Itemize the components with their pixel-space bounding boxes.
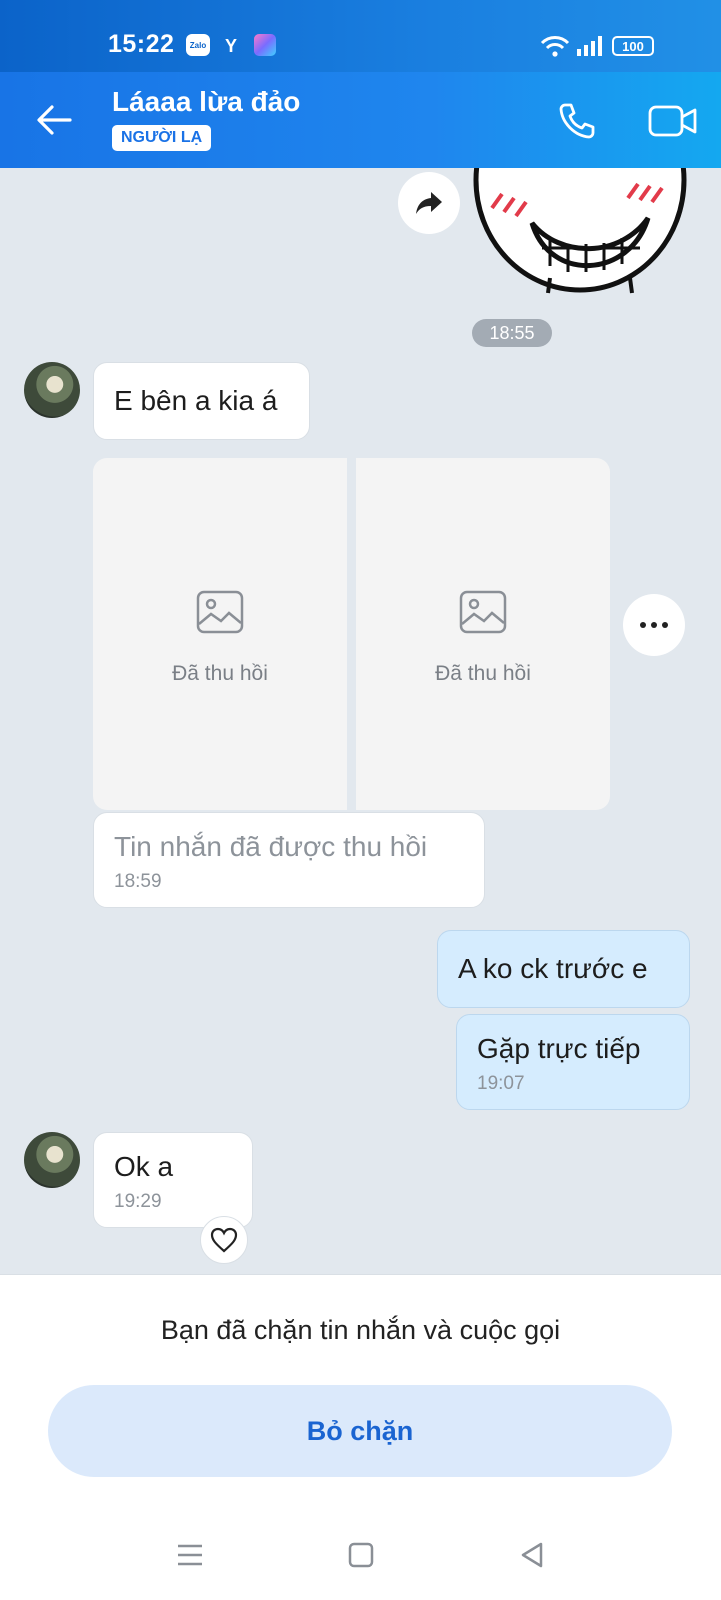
message-time: 19:29 xyxy=(114,1191,162,1212)
signal-icon xyxy=(577,34,603,58)
message-bubble[interactable]: Gặp trực tiếp 19:07 xyxy=(456,1014,690,1110)
avatar[interactable] xyxy=(24,1132,80,1188)
smiley-sticker xyxy=(470,168,690,298)
back-triangle-icon[interactable] xyxy=(516,1539,548,1571)
time-divider: 18:55 xyxy=(472,319,552,347)
phone-call-icon[interactable] xyxy=(556,100,598,142)
blocked-panel: Bạn đã chặn tin nhắn và cuộc gọi Bỏ chặn xyxy=(0,1274,721,1600)
avatar[interactable] xyxy=(24,362,80,418)
y-notification-icon: Y xyxy=(224,35,237,56)
stranger-badge: NGƯỜI LẠ xyxy=(112,125,212,151)
status-time: 15:22 xyxy=(108,30,175,58)
blocked-notice: Bạn đã chặn tin nhắn và cuộc gọi xyxy=(160,1315,561,1345)
message-bubble[interactable]: E bên a kia á xyxy=(93,362,310,440)
back-arrow-icon[interactable] xyxy=(32,98,76,142)
unblock-button[interactable]: Bỏ chặn xyxy=(48,1385,672,1477)
wifi-icon xyxy=(540,34,570,58)
recalled-image[interactable]: Đã thu hồi xyxy=(93,458,347,810)
status-bar: 15:22 Zalo Y 100 xyxy=(0,0,721,72)
message-time: 19:07 xyxy=(477,1073,525,1094)
video-call-icon[interactable] xyxy=(648,100,698,142)
message-text: Gặp trực tiếp xyxy=(477,1033,641,1064)
contact-name[interactable]: Láaaa lừa đảo xyxy=(112,86,300,118)
message-bubble[interactable]: A ko ck trước e xyxy=(437,930,690,1008)
image-icon xyxy=(196,590,244,634)
image-icon xyxy=(459,590,507,634)
menu-icon[interactable] xyxy=(174,1539,206,1571)
chat-messages[interactable]: 18:55 E bên a kia á Đã thu hồi Đã thu hồ… xyxy=(0,168,721,1274)
recalled-image[interactable]: Đã thu hồi xyxy=(356,458,610,810)
heart-react-icon[interactable] xyxy=(200,1216,248,1264)
chat-header: Láaaa lừa đảo NGƯỜI LẠ xyxy=(0,72,721,168)
message-text: Ok a xyxy=(114,1151,174,1182)
home-icon[interactable] xyxy=(345,1539,377,1571)
battery-icon: 100 xyxy=(612,36,654,56)
system-nav-bar xyxy=(0,1525,721,1585)
message-text: Tin nhắn đã được thu hồi xyxy=(114,831,428,862)
message-bubble[interactable]: Ok a 19:29 xyxy=(93,1132,253,1228)
message-time: 18:59 xyxy=(114,871,162,892)
message-text: A ko ck trước e xyxy=(458,953,648,984)
zalo-notification-icon: Zalo xyxy=(186,34,210,56)
message-bubble[interactable]: Tin nhắn đã được thu hồi 18:59 xyxy=(93,812,485,908)
message-text: E bên a kia á xyxy=(114,385,278,416)
recalled-label: Đã thu hồi xyxy=(435,662,531,685)
forward-button[interactable] xyxy=(398,172,460,234)
app-notification-icon xyxy=(254,34,276,56)
more-options-button[interactable] xyxy=(623,594,685,656)
recalled-label: Đã thu hồi xyxy=(172,662,268,685)
